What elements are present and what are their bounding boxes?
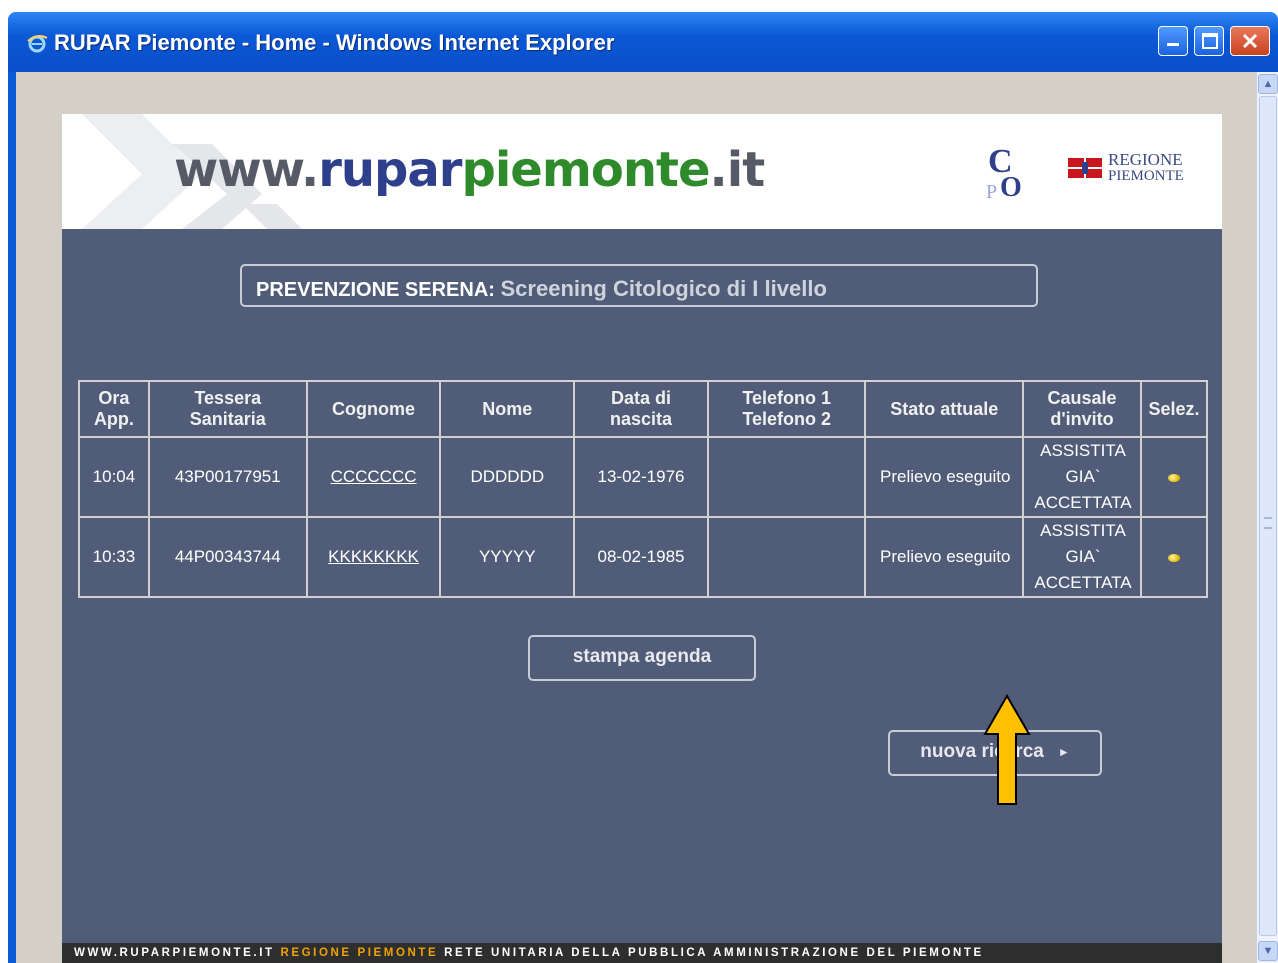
logo-www: www.: [174, 142, 319, 198]
stampa-agenda-button[interactable]: stampa agenda: [528, 635, 756, 681]
table-row: 10:33 44P00343744 KKKKKKKK YYYYY 08-02-1…: [78, 516, 1209, 598]
title-bar: RUPAR Piemonte - Home - Windows Internet…: [8, 12, 1278, 72]
col-header-ora: Ora App.: [78, 380, 150, 438]
col-header-stato: Stato attuale: [864, 380, 1025, 438]
close-icon: [1242, 33, 1258, 49]
browser-content: ▲ ▼ www.ruparpiemonte.it C O P REGIONE P…: [16, 72, 1278, 963]
footer-rete: RETE UNITARIA DELLA PUBBLICA AMMINISTRAZ…: [444, 947, 984, 959]
cell-nome: YYYYY: [439, 516, 576, 598]
svg-text:P: P: [986, 181, 997, 200]
cell-stato: Prelievo eseguito: [864, 516, 1025, 598]
cell-telefono: [706, 516, 867, 598]
selection-dot-icon[interactable]: [1167, 554, 1180, 562]
footer-regione: REGIONE PIEMONTE: [280, 947, 439, 959]
cell-tessera: 44P00343744: [147, 516, 308, 598]
site-header: www.ruparpiemonte.it C O P REGIONE PIEMO…: [62, 114, 1222, 229]
logo-rupar: rupar: [318, 142, 462, 198]
scroll-down-icon[interactable]: ▼: [1258, 941, 1278, 961]
cell-cognome: CCCCCCC: [305, 436, 442, 518]
cognome-link[interactable]: CCCCCCC: [331, 467, 417, 486]
col-header-selez: Selez.: [1139, 380, 1209, 438]
minimize-icon: [1167, 43, 1179, 46]
close-button[interactable]: [1230, 26, 1270, 56]
web-page: www.ruparpiemonte.it C O P REGIONE PIEMO…: [62, 114, 1222, 963]
cell-ora: 10:04: [78, 436, 150, 518]
table-header-row: Ora App. Tessera Sanitaria Cognome Nome Da…: [78, 380, 1209, 438]
window-title: RUPAR Piemonte - Home - Windows Internet…: [54, 30, 615, 55]
cell-data: 08-02-1985: [573, 516, 709, 598]
ie-logo-icon: [27, 35, 48, 53]
regione-flag-icon: [1068, 158, 1102, 178]
scroll-thumb[interactable]: [1259, 96, 1277, 936]
cell-cognome: KKKKKKKK: [305, 516, 442, 598]
annotation-arrow-icon: [983, 694, 1031, 805]
browser-window: RUPAR Piemonte - Home - Windows Internet…: [8, 12, 1278, 963]
cell-causale: ASSISTITA GIA` ACCETTATA: [1022, 436, 1142, 518]
scroll-grip: [1264, 517, 1272, 529]
cell-selez: [1139, 516, 1209, 598]
page-title-light: Screening Citologico di I livello: [500, 276, 827, 301]
table-row: 10:04 43P00177951 CCCCCCC DDDDDD 13-02-1…: [78, 436, 1209, 518]
col-header-nome: Nome: [439, 380, 576, 438]
cpo-logo: C O P: [986, 144, 1022, 200]
agenda-table: Ora App. Tessera Sanitaria Cognome Nome Da…: [78, 380, 1209, 598]
col-header-data: Data di nascita: [573, 380, 709, 438]
cell-selez: [1139, 436, 1209, 518]
cell-data: 13-02-1976: [573, 436, 709, 518]
regione-line2: PIEMONTE: [1108, 168, 1184, 184]
cell-causale: ASSISTITA GIA` ACCETTATA: [1022, 516, 1142, 598]
logo-piemonte: piemonte: [461, 142, 710, 198]
maximize-button[interactable]: [1194, 26, 1224, 56]
maximize-icon: [1202, 33, 1218, 49]
svg-text:O: O: [1000, 172, 1022, 200]
site-logo[interactable]: www.ruparpiemonte.it: [174, 142, 766, 198]
cell-nome: DDDDDD: [439, 436, 576, 518]
site-footer: WWW.RUPARPIEMONTE.IT REGIONE PIEMONTE RE…: [62, 943, 1222, 963]
cell-stato: Prelievo eseguito: [864, 436, 1025, 518]
regione-line1: REGIONE: [1108, 150, 1183, 169]
page-title-strong: PREVENZIONE SERENA:: [256, 279, 495, 301]
footer-site: WWW.RUPARPIEMONTE.IT: [74, 947, 275, 959]
cell-telefono: [706, 436, 867, 518]
cell-tessera: 43P00177951: [147, 436, 308, 518]
col-header-telefono: Telefono 1 Telefono 2: [706, 380, 867, 438]
play-arrow-icon: ►: [1057, 745, 1070, 759]
page-title: PREVENZIONE SERENA: Screening Citologico…: [240, 264, 1038, 307]
col-header-tessera: Tessera Sanitaria: [147, 380, 308, 438]
vertical-scrollbar[interactable]: ▲ ▼: [1256, 72, 1278, 963]
scroll-up-icon[interactable]: ▲: [1258, 74, 1278, 94]
cognome-link[interactable]: KKKKKKKK: [328, 547, 419, 566]
col-header-causale: Causale d'invito: [1022, 380, 1142, 438]
cell-ora: 10:33: [78, 516, 150, 598]
selection-dot-icon[interactable]: [1167, 474, 1180, 482]
minimize-button[interactable]: [1158, 26, 1188, 56]
col-header-cognome: Cognome: [305, 380, 442, 438]
logo-it: .it: [709, 142, 766, 198]
